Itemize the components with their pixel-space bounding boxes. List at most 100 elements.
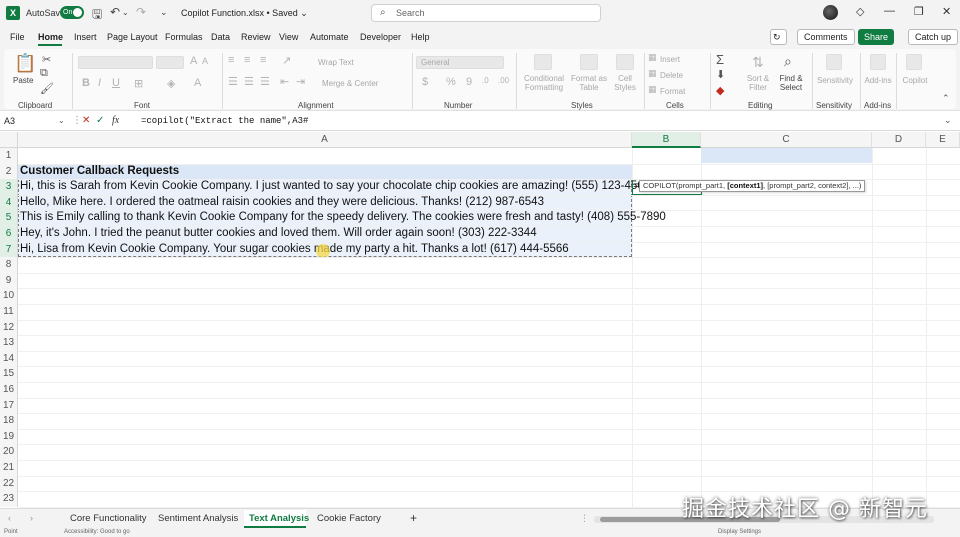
display-settings-button[interactable]: Display Settings [718,529,761,535]
row-header-17[interactable]: 17 [0,397,18,414]
row-header-6[interactable]: 6 [0,226,18,242]
cell-a2-title[interactable]: Customer Callback Requests [20,164,179,180]
increase-font-icon[interactable]: A [190,55,197,67]
clear-icon[interactable]: ◆ [716,84,724,97]
add-sheet-button[interactable]: + [410,511,417,525]
bold-icon[interactable]: B [82,77,90,89]
name-box-dropdown-icon[interactable]: ⌄ [58,116,65,125]
sheet-tab-splitter-icon[interactable]: ⋮ [580,513,589,524]
cell-a6[interactable]: Hey, it's John. I tried the peanut butte… [20,226,537,242]
italic-icon[interactable]: I [98,77,101,89]
font-color-icon[interactable]: A [194,77,201,89]
premium-diamond-icon[interactable]: ◇ [856,5,864,18]
column-header-a[interactable]: A [18,132,632,148]
avatar[interactable] [823,5,838,20]
row-header-20[interactable]: 20 [0,444,18,460]
sheet-tab-text-analysis[interactable]: Text Analysis [249,513,309,524]
sheet-tab-core-functionality[interactable]: Core Functionality [70,513,147,524]
next-sheet-icon[interactable]: › [30,513,33,523]
minimize-icon[interactable]: — [884,5,895,17]
tab-insert[interactable]: Insert [74,32,97,42]
format-painter-icon[interactable]: 🖌 [40,82,54,95]
prev-sheet-icon[interactable]: ‹ [8,513,11,523]
row-header-13[interactable]: 13 [0,335,18,351]
enter-formula-icon[interactable]: ✓ [96,115,104,126]
worksheet-grid[interactable]: A B C D E Customer Callback Requests Hi,… [0,132,960,508]
delete-cells-button[interactable]: Delete [660,71,683,80]
merge-center-button[interactable]: Merge & Center [322,79,378,88]
cell-a5[interactable]: This is Emily calling to thank Kevin Coo… [20,210,666,226]
fill-icon[interactable]: ⬇ [716,68,725,81]
row-header-16[interactable]: 16 [0,382,18,398]
undo-icon[interactable]: ↶ [110,5,120,19]
accounting-format-icon[interactable]: $ [422,76,428,88]
underline-icon[interactable]: U [112,77,120,89]
align-bottom-icon[interactable]: ≡ [260,54,266,66]
sort-filter-button[interactable]: Sort & Filter [744,74,772,92]
align-right-icon[interactable]: ☰ [260,75,270,88]
row-header-19[interactable]: 19 [0,428,18,445]
insert-cells-icon[interactable]: ▦ [648,52,657,63]
percent-icon[interactable]: % [446,76,456,88]
row-header-18[interactable]: 18 [0,413,18,429]
cancel-formula-icon[interactable]: ✕ [82,115,90,126]
row-header-9[interactable]: 9 [0,272,18,289]
column-header-b[interactable]: B [632,132,701,148]
tab-view[interactable]: View [279,32,298,42]
format-cells-button[interactable]: Format [660,87,685,96]
cell-a7[interactable]: Hi, Lisa from Kevin Cookie Company. Your… [20,242,569,258]
delete-cells-icon[interactable]: ▦ [648,68,657,79]
row-header-23[interactable]: 23 [0,491,18,507]
collapse-ribbon-icon[interactable]: ⌃ [942,93,950,104]
paste-button[interactable]: Paste [13,76,33,85]
tab-formulas[interactable]: Formulas [165,32,203,42]
row-header-5[interactable]: 5 [0,210,18,226]
expand-formula-bar-icon[interactable]: ⌄ [944,115,952,126]
row-header-21[interactable]: 21 [0,460,18,476]
select-all-corner[interactable] [0,132,18,148]
autosave-toggle[interactable]: On [60,6,84,19]
font-name-dropdown[interactable] [78,56,153,69]
row-header-22[interactable]: 22 [0,475,18,492]
decrease-font-icon[interactable]: A [202,56,208,66]
copy-icon[interactable]: ⧉ [40,67,48,80]
insert-function-icon[interactable]: fx [112,115,119,126]
redo-icon[interactable]: ↷ [136,5,146,19]
comments-button[interactable]: Comments [797,29,855,45]
row-header-10[interactable]: 10 [0,288,18,304]
paste-icon[interactable]: 📋 [14,53,36,74]
increase-indent-icon[interactable]: ⇥ [296,75,305,88]
column-header-c[interactable]: C [701,132,872,148]
fill-color-icon[interactable]: ◈ [167,77,175,90]
sensitivity-button[interactable]: Sensitivity [814,76,856,85]
decrease-indent-icon[interactable]: ⇤ [280,75,289,88]
row-header-15[interactable]: 15 [0,366,18,382]
find-select-button[interactable]: Find & Select [776,74,806,92]
align-center-icon[interactable]: ☰ [244,75,254,88]
insert-cells-button[interactable]: Insert [660,55,680,64]
increase-decimal-icon[interactable]: .0 [482,76,489,85]
document-title[interactable]: Copilot Function.xlsx • Saved ⌄ [181,8,308,19]
addins-button[interactable]: Add-ins [864,76,892,85]
comma-style-icon[interactable]: 9 [466,76,472,88]
row-header-4[interactable]: 4 [0,194,18,211]
tab-file[interactable]: File [10,32,25,42]
cell-a4[interactable]: Hello, Mike here. I ordered the oatmeal … [20,195,544,211]
cut-icon[interactable]: ✂ [42,53,51,66]
share-button[interactable]: Share [858,29,895,45]
sheet-tab-sentiment-analysis[interactable]: Sentiment Analysis [158,513,238,524]
decrease-decimal-icon[interactable]: .00 [498,76,509,85]
search-box[interactable]: ⌕ Search [371,4,601,22]
column-header-d[interactable]: D [872,132,926,148]
cell-a3[interactable]: Hi, this is Sarah from Kevin Cookie Comp… [20,179,650,195]
align-middle-icon[interactable]: ≡ [244,54,250,66]
save-icon[interactable]: 🖫 [92,5,102,26]
autosum-icon[interactable]: Σ [716,52,724,67]
row-header-3[interactable]: 3 [0,179,18,195]
orientation-icon[interactable]: ↗ [282,54,291,67]
catch-up-button[interactable]: Catch up [908,29,959,45]
copilot-button[interactable]: Copilot [902,76,928,85]
row-header-8[interactable]: 8 [0,257,18,273]
tab-automate[interactable]: Automate [310,32,349,42]
row-header-2[interactable]: 2 [0,163,18,180]
